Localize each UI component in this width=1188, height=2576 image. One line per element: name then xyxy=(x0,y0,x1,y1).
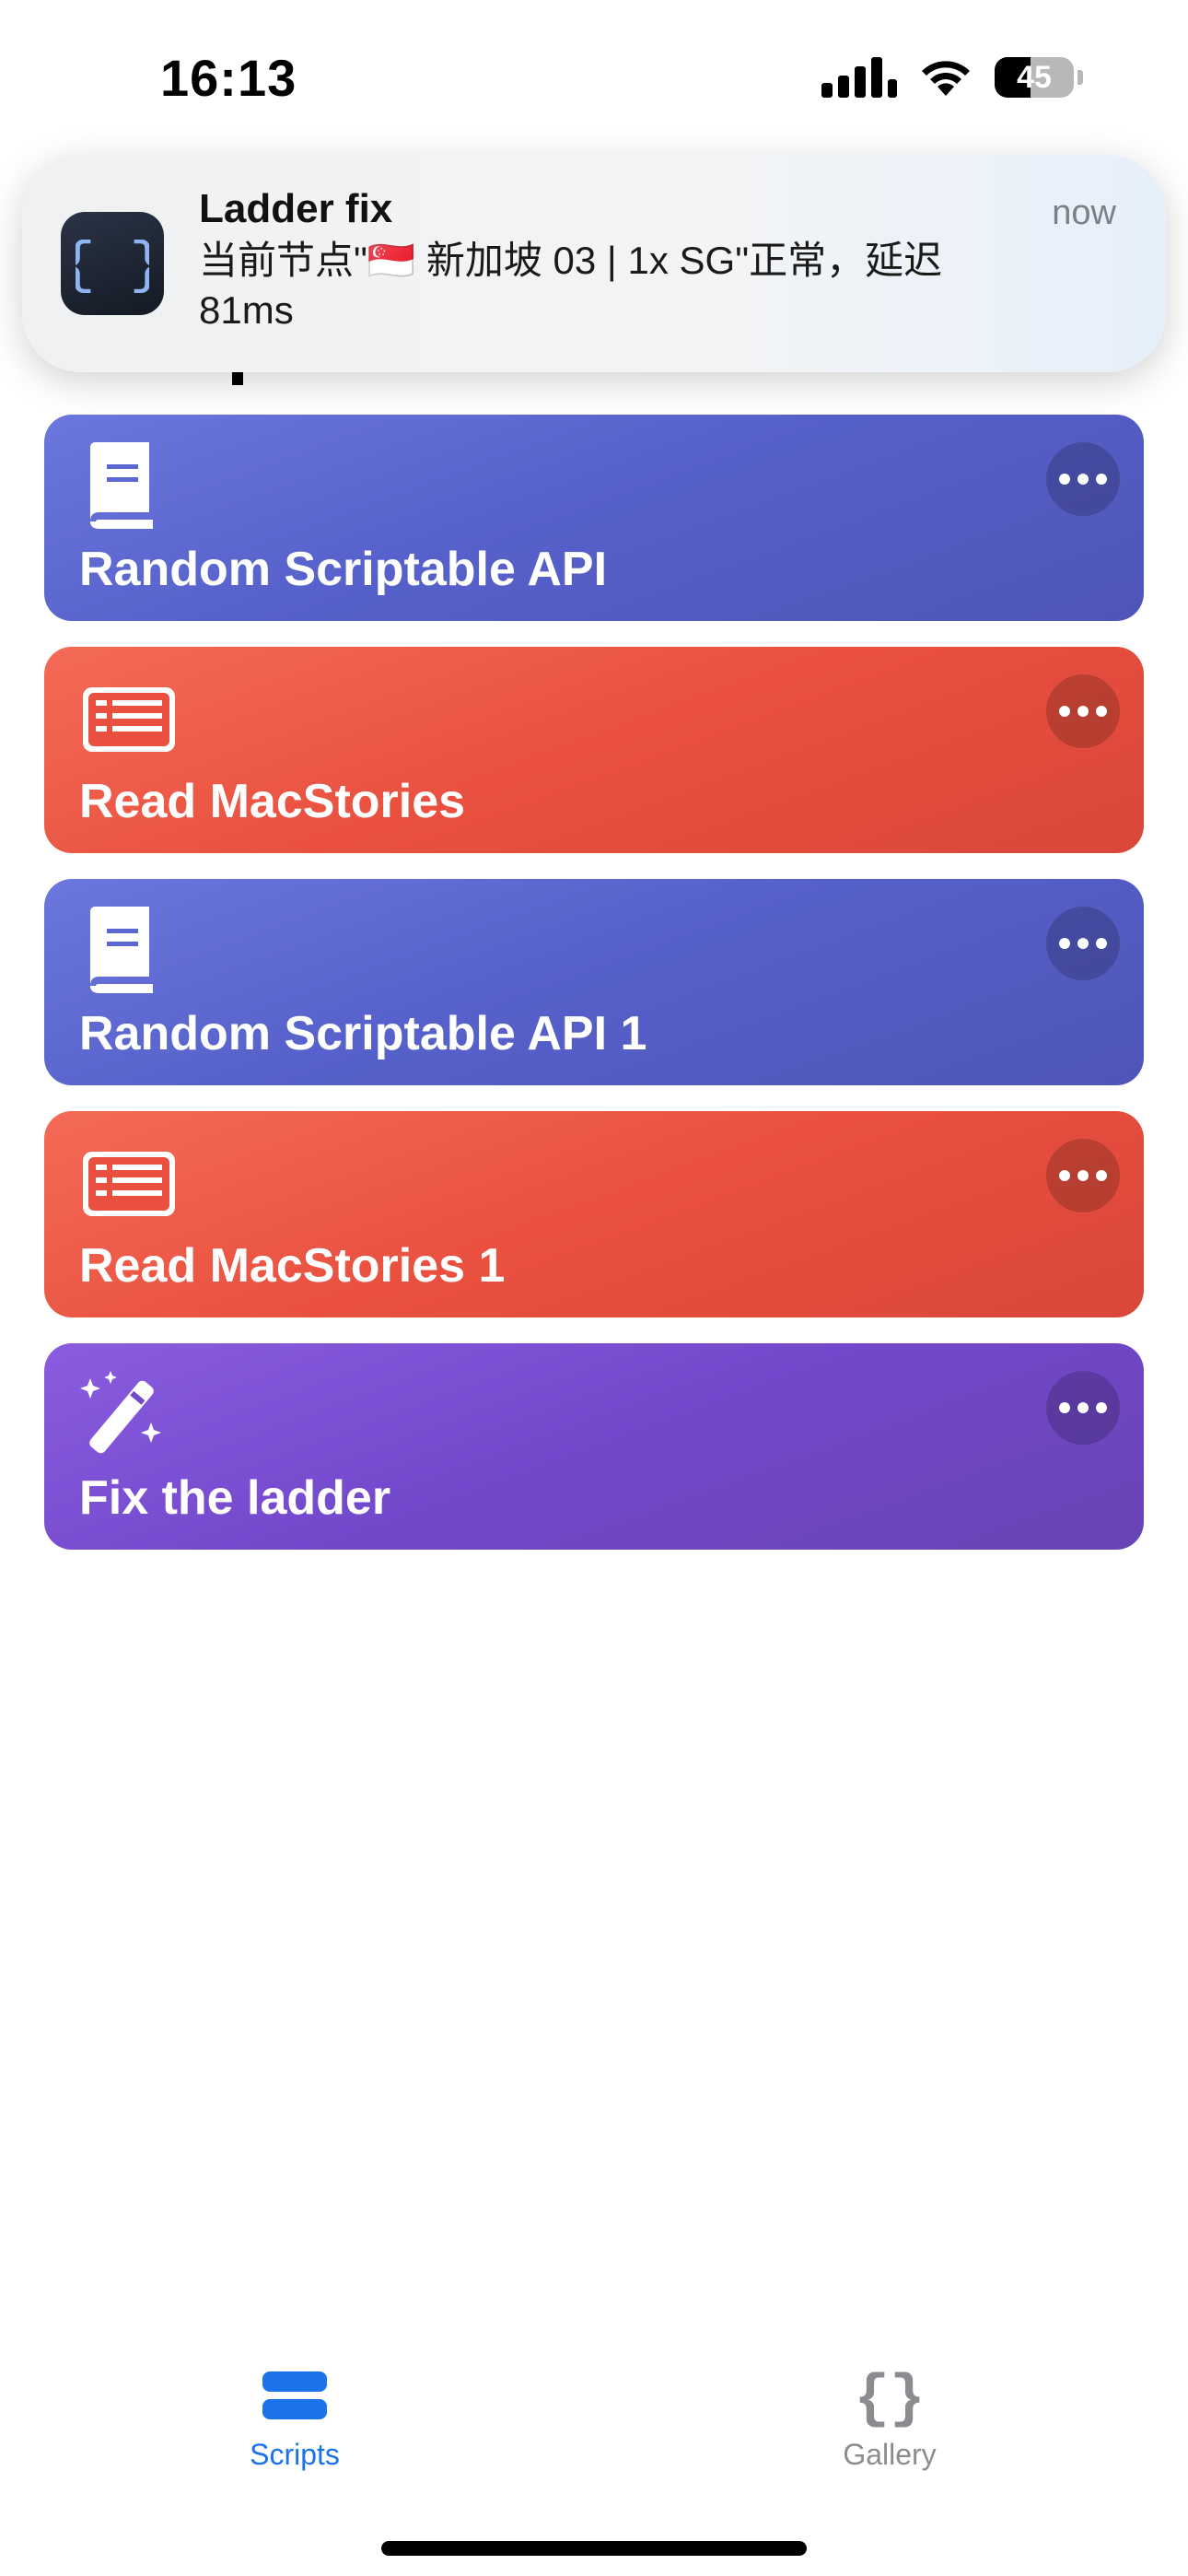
script-label: Random Scriptable API xyxy=(79,543,608,596)
script-card[interactable]: Random Scriptable API xyxy=(44,415,1144,621)
scripts-list-icon xyxy=(262,2371,327,2419)
tab-label: Scripts xyxy=(250,2438,340,2471)
notification-banner[interactable]: { } Ladder fix 当前节点"🇸🇬 新加坡 03 | 1x SG"正常… xyxy=(22,155,1166,372)
home-indicator xyxy=(381,2541,807,2556)
tab-scripts[interactable]: Scripts xyxy=(184,2359,405,2472)
curly-braces-icon: {} xyxy=(855,2367,926,2428)
notification-title: Ladder fix xyxy=(199,186,393,231)
script-label: Random Scriptable API 1 xyxy=(79,1007,647,1060)
battery-icon: 45 xyxy=(995,57,1074,98)
tab-gallery[interactable]: {} Gallery xyxy=(779,2359,1000,2472)
more-options-button[interactable] xyxy=(1046,442,1120,516)
script-card[interactable]: Read MacStories 1 xyxy=(44,1111,1144,1317)
more-options-button[interactable] xyxy=(1046,1371,1120,1445)
script-card[interactable]: Fix the ladder xyxy=(44,1343,1144,1550)
notification-body: 当前节点"🇸🇬 新加坡 03 | 1x SG"正常，延迟 81ms xyxy=(199,239,943,332)
status-icons: 45 xyxy=(821,57,1083,98)
script-card[interactable]: Random Scriptable API 1 xyxy=(44,879,1144,1085)
book-icon xyxy=(90,442,153,529)
svg-text:{}: {} xyxy=(855,2367,926,2428)
svg-text:{ }: { } xyxy=(76,233,149,296)
script-label: Read MacStories xyxy=(79,775,466,828)
more-options-button[interactable] xyxy=(1046,674,1120,748)
status-bar: 16:13 45 xyxy=(0,0,1188,157)
newspaper-icon xyxy=(83,687,175,752)
magic-wand-icon xyxy=(80,1371,161,1454)
cellular-signal-icon xyxy=(821,57,897,98)
script-label: Fix the ladder xyxy=(79,1471,391,1525)
status-time: 16:13 xyxy=(160,49,297,107)
book-icon xyxy=(90,907,153,993)
more-options-button[interactable] xyxy=(1046,907,1120,980)
battery-level: 45 xyxy=(1017,59,1052,95)
wifi-icon xyxy=(922,61,970,96)
more-options-button[interactable] xyxy=(1046,1139,1120,1212)
tab-label: Gallery xyxy=(843,2438,937,2471)
header-fragment xyxy=(232,372,243,385)
newspaper-icon xyxy=(83,1152,175,1216)
notification-time: now xyxy=(1052,193,1116,232)
scriptable-app-icon: { } xyxy=(61,212,164,315)
script-label: Read MacStories 1 xyxy=(79,1239,506,1293)
script-card[interactable]: Read MacStories xyxy=(44,647,1144,853)
